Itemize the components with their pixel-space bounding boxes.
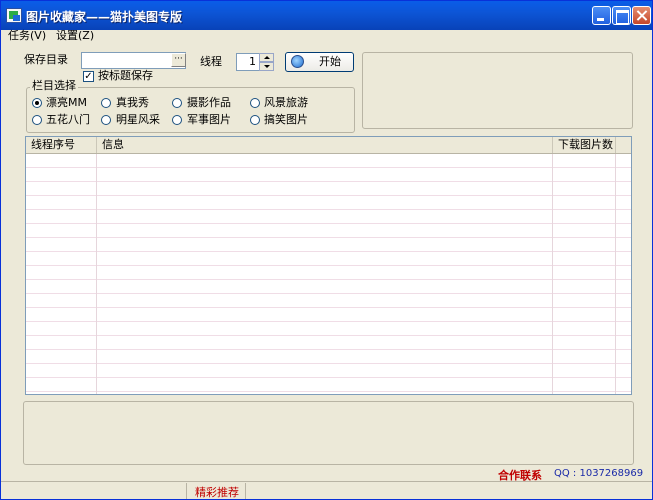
radio-category-6[interactable] — [172, 115, 182, 125]
category-label-6: 军事图片 — [187, 113, 231, 126]
globe-icon — [291, 55, 304, 68]
category-label-0: 漂亮MM — [46, 96, 87, 109]
start-label: 开始 — [319, 55, 341, 68]
category-label-1: 真我秀 — [116, 96, 149, 109]
radio-category-5[interactable] — [101, 115, 111, 125]
title-bar[interactable]: 图片收藏家——猫扑美图专版 — [1, 1, 652, 30]
menu-task[interactable]: 任务(V) — [8, 28, 46, 44]
close-button[interactable] — [632, 6, 651, 25]
thread-label: 线程 — [200, 55, 222, 68]
download-table[interactable]: 线程序号 信息 下载图片数 — [25, 136, 632, 395]
radio-category-4[interactable] — [32, 115, 42, 125]
window-title: 图片收藏家——猫扑美图专版 — [26, 10, 183, 24]
recommend-link[interactable]: 精彩推荐 — [195, 484, 239, 500]
column-divider — [615, 154, 616, 394]
app-icon — [6, 8, 22, 23]
category-label-4: 五花八门 — [46, 113, 90, 126]
category-label-7: 搞笑图片 — [264, 113, 308, 126]
preview-panel — [362, 52, 633, 129]
column-header-info[interactable]: 信息 — [97, 137, 553, 153]
menu-bar: 任务(V) 设置(Z) — [1, 28, 652, 44]
thread-up-arrow[interactable] — [259, 53, 274, 62]
by-title-checkbox[interactable]: ✓ — [83, 71, 94, 82]
qq-label: QQ : 1037268969 — [554, 468, 644, 479]
menu-settings[interactable]: 设置(Z) — [56, 28, 94, 44]
category-group-title: 栏目选择 — [30, 79, 78, 93]
radio-category-2[interactable] — [172, 98, 182, 108]
radio-category-0[interactable] — [32, 98, 42, 108]
status-cell-left — [1, 483, 187, 499]
category-label-5: 明星风采 — [116, 113, 160, 126]
log-panel — [23, 401, 634, 465]
table-header: 线程序号 信息 下载图片数 — [26, 137, 631, 154]
radio-category-3[interactable] — [250, 98, 260, 108]
thread-stepper[interactable]: 1 — [236, 53, 260, 71]
column-header-thread[interactable]: 线程序号 — [26, 137, 97, 153]
category-label-2: 摄影作品 — [187, 96, 231, 109]
table-body — [26, 154, 631, 394]
column-divider — [96, 154, 97, 394]
radio-category-1[interactable] — [101, 98, 111, 108]
column-divider — [552, 154, 553, 394]
category-label-3: 风景旅游 — [264, 96, 308, 109]
browse-button[interactable]: ··· — [171, 53, 186, 67]
save-dir-label: 保存目录 — [24, 53, 68, 66]
thread-down-arrow[interactable] — [259, 62, 274, 71]
maximize-button[interactable] — [612, 6, 631, 25]
by-title-label: 按标题保存 — [98, 69, 153, 82]
column-header-count[interactable]: 下载图片数 — [553, 137, 616, 153]
app-window: 图片收藏家——猫扑美图专版 任务(V) 设置(Z) 保存目录 ··· ✓ 按标题… — [0, 0, 653, 500]
radio-category-7[interactable] — [250, 115, 260, 125]
status-bar: 精彩推荐 — [1, 481, 652, 499]
start-button[interactable]: 开始 — [285, 52, 354, 72]
minimize-button[interactable] — [592, 6, 611, 25]
